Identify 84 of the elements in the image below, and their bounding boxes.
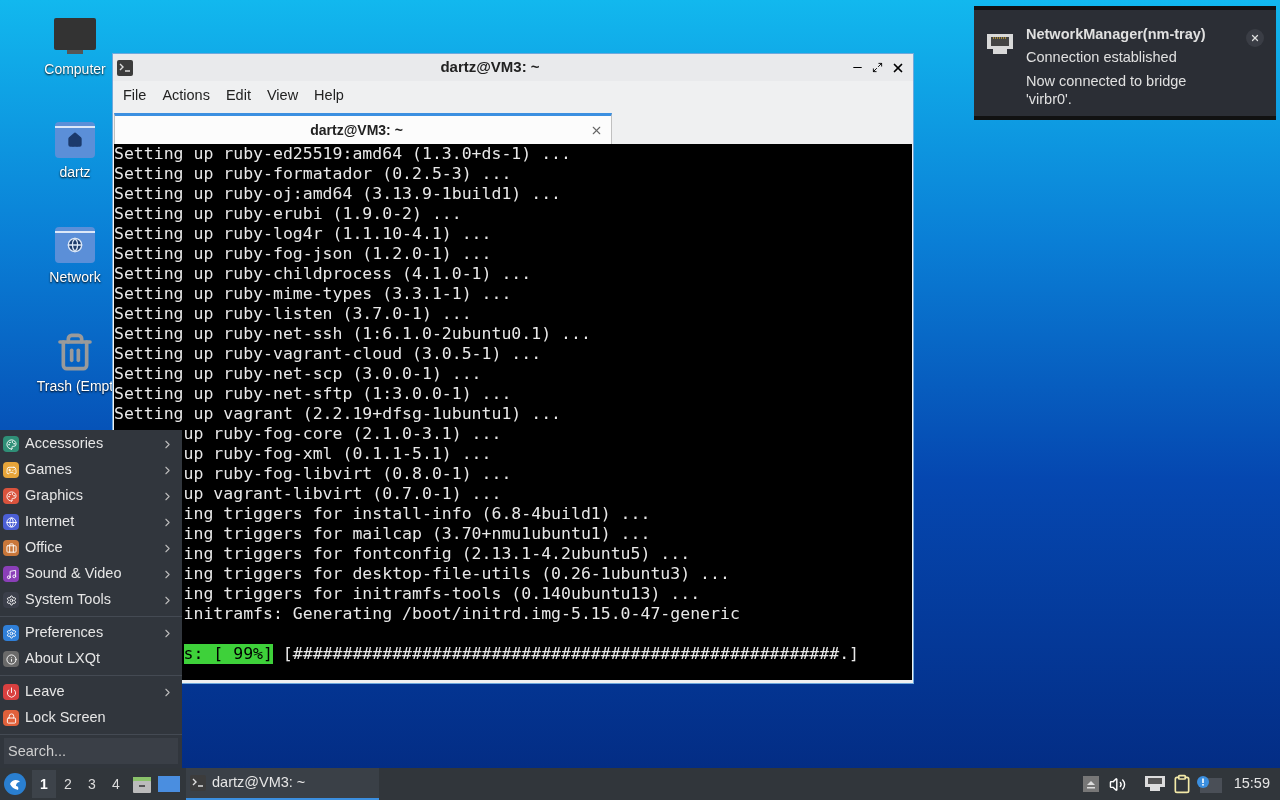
globe-icon (3, 514, 19, 530)
menu-bar-item[interactable]: Edit (217, 85, 259, 107)
desktop-switcher-button[interactable]: 2 (56, 770, 80, 798)
gamepad-icon (3, 462, 19, 478)
info-icon (3, 651, 19, 667)
terminal-line: Setting up ruby-mime-types (3.3.1-1) ... (114, 284, 512, 304)
task-button[interactable]: dartz@VM3: ~ (186, 768, 379, 800)
trash-icon (55, 332, 95, 372)
terminal-line: ing triggers for desktop-file-utils (0.26-1ubuntu3) ... (183, 564, 730, 584)
menu-item[interactable]: Games (0, 457, 182, 483)
clock[interactable]: 15:59 (1233, 773, 1270, 795)
window-title: dartz@VM3: ~ (439, 57, 541, 78)
menu-item[interactable]: Leave (0, 679, 182, 705)
desktop-switcher-button[interactable]: 1 (32, 770, 56, 798)
terminal-line: up ruby-fog-core (2.1.0-3.1) ... (183, 424, 502, 444)
desktop-icon[interactable] (158, 775, 180, 793)
menu-bar-item[interactable]: View (258, 85, 307, 107)
progress-label: s: [ 99%] (183, 644, 273, 664)
monitor-icon (53, 17, 97, 55)
home-folder-icon (55, 122, 95, 158)
terminal-icon (117, 59, 133, 76)
terminal-line: up vagrant-libvirt (0.7.0-1) ... (183, 484, 502, 504)
lock-icon (3, 710, 19, 726)
close-button[interactable] (1246, 29, 1264, 47)
terminal-tab[interactable]: dartz@VM3: ~ (114, 113, 612, 144)
terminal-line: ing triggers for fontconfig (2.13.1-4.2ubuntu5) ... (183, 544, 691, 564)
terminal-line: Setting up ruby-ed25519:amd64 (1.3.0+ds-1) ... (114, 144, 571, 164)
network-folder-icon (55, 227, 95, 263)
terminal-line: Setting up ruby-fog-json (1.2.0-1) ... (114, 244, 492, 264)
gear-icon (3, 592, 19, 608)
notification-summary: Connection established (1026, 48, 1178, 67)
search-field[interactable]: Search... (4, 738, 178, 764)
desktop-switcher-button[interactable]: 4 (104, 770, 128, 798)
menu-item[interactable]: Lock Screen (0, 705, 182, 731)
terminal-line: Setting up ruby-childprocess (4.1.0-1) ... (114, 264, 532, 284)
settings-icon (3, 625, 19, 641)
menu-item[interactable]: Sound & Video (0, 561, 182, 587)
file-cabinet-icon[interactable] (132, 774, 152, 794)
notification-body: Now connected to bridge 'virbr0'. (1026, 72, 1188, 108)
desktop-icon-label[interactable]: dartz (59, 162, 91, 183)
palette-icon (3, 488, 19, 504)
terminal-line: Setting up ruby-net-sftp (1:3.0.0-1) ... (114, 384, 512, 404)
desktop-switcher-button[interactable]: 3 (80, 770, 104, 798)
progress-bar-text: [#######################################################.] (282, 644, 860, 664)
terminal-line: Setting up ruby-net-scp (3.0.0-1) ... (114, 364, 482, 384)
briefcase-icon (3, 540, 19, 556)
menu-bar-item[interactable]: Help (306, 85, 352, 107)
terminal-line: Setting up vagrant (2.2.19+dfsg-1ubuntu1) ... (114, 404, 562, 424)
terminal-line: Setting up ruby-net-ssh (1:6.1.0-2ubuntu0.1) ... (114, 324, 591, 344)
menu-item[interactable]: Office (0, 535, 182, 561)
start-menu-button[interactable] (4, 773, 26, 795)
menu-item[interactable]: Graphics (0, 483, 182, 509)
terminal-line: ing triggers for mailcap (3.70+nmu1ubuntu1) ... (183, 524, 651, 544)
desktop-icon-label[interactable]: Network (49, 267, 101, 288)
terminal-line: Setting up ruby-listen (3.7.0-1) ... (114, 304, 472, 324)
terminal-line: Setting up ruby-formatador (0.2.5-3) ... (114, 164, 512, 184)
desktop-icon-label[interactable]: Trash (Empt (36, 376, 114, 397)
menu-bar-item[interactable]: Actions (154, 85, 218, 107)
notification-title: NetworkManager(nm-tray) (1026, 25, 1207, 44)
menu-item[interactable]: Internet (0, 509, 182, 535)
menu-bar-item[interactable]: File (115, 85, 155, 107)
terminal-line: ing triggers for install-info (6.8-4build1) ... (183, 504, 651, 524)
maximize-icon[interactable] (872, 62, 883, 73)
terminal-line: Setting up ruby-vagrant-cloud (3.0.5-1) ... (114, 344, 542, 364)
terminal-line: initramfs: Generating /boot/initrd.img-5.15.0-47-generic (183, 604, 740, 624)
music-icon (3, 566, 19, 582)
terminal-line: up ruby-fog-libvirt (0.8.0-1) ... (183, 464, 512, 484)
terminal-line: up ruby-fog-xml (0.1.1-5.1) ... (183, 444, 492, 464)
menu-item[interactable]: Preferences (0, 620, 182, 646)
terminal-icon (190, 775, 206, 791)
menu-item[interactable]: Accessories (0, 431, 182, 457)
terminal-line: Setting up ruby-log4r (1.1.10-4.1) ... (114, 224, 492, 244)
menu-item[interactable]: About LXQt (0, 646, 182, 672)
terminal-line: Setting up ruby-oj:amd64 (3.13.9-1build1) ... (114, 184, 562, 204)
power-icon (3, 684, 19, 700)
terminal-line: Setting up ruby-erubi (1.9.0-2) ... (114, 204, 462, 224)
notification-alert-icon[interactable] (1195, 775, 1222, 793)
ethernet-port-icon (986, 32, 1014, 56)
volume-icon[interactable] (1108, 775, 1126, 793)
terminal-line: ing triggers for initramfs-tools (0.140ubuntu13) ... (183, 584, 701, 604)
close-icon (1250, 33, 1260, 43)
eject-icon[interactable] (1082, 776, 1099, 792)
ethernet-port-icon[interactable] (1143, 775, 1166, 793)
menu-item[interactable]: System Tools (0, 587, 182, 613)
